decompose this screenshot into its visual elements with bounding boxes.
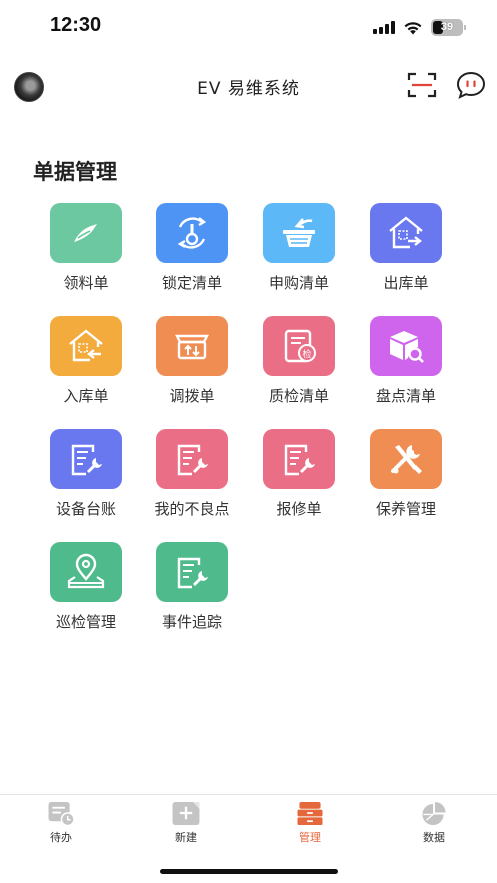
tab-label: 管理 — [299, 831, 321, 844]
tile-outbound[interactable]: 出库单 — [353, 203, 459, 303]
todo-icon — [48, 801, 75, 826]
new-icon — [172, 801, 200, 826]
tab-data[interactable]: 数据 — [394, 801, 474, 845]
tile-equipment-ledger[interactable]: 设备台账 — [33, 429, 139, 529]
tile-label: 报修单 — [276, 500, 322, 518]
tile-label: 巡检管理 — [55, 613, 116, 631]
data-icon — [422, 801, 446, 826]
tile-lock-list[interactable]: 锁定清单 — [139, 203, 245, 303]
battery-icon: 39 — [431, 18, 466, 36]
quality-check-icon: 检 — [263, 316, 335, 376]
tile-label: 质检清单 — [268, 387, 329, 405]
tab-todo[interactable]: 待办 — [21, 801, 101, 845]
outbound-icon — [370, 203, 442, 263]
manage-icon — [297, 801, 323, 826]
nav-bar: EV 易维系统 — [0, 60, 497, 110]
home-indicator — [160, 869, 338, 874]
tile-label: 设备台账 — [55, 500, 116, 518]
tile-event-tracking[interactable]: 事件追踪 — [139, 542, 245, 642]
tile-label: 盘点清单 — [375, 387, 436, 405]
tile-label: 申购清单 — [268, 274, 329, 292]
tile-repair-request[interactable]: 报修单 — [246, 429, 352, 529]
message-icon[interactable] — [456, 71, 486, 99]
section-title: 单据管理 — [33, 160, 117, 184]
tile-label: 事件追踪 — [161, 613, 222, 631]
tile-label: 入库单 — [63, 387, 109, 405]
event-tracking-icon — [156, 542, 228, 602]
tile-maintenance[interactable]: 保养管理 — [353, 429, 459, 529]
purchase-request-icon — [263, 203, 335, 263]
tab-label: 待办 — [50, 831, 72, 844]
tile-purchase-request[interactable]: 申购清单 — [246, 203, 352, 303]
tab-new[interactable]: 新建 — [146, 801, 226, 845]
requisition-icon — [50, 203, 122, 263]
tab-label: 新建 — [175, 831, 197, 844]
equipment-ledger-icon — [50, 429, 122, 489]
tile-patrol[interactable]: 巡检管理 — [33, 542, 139, 642]
tile-label: 调拨单 — [169, 387, 215, 405]
tile-quality-check[interactable]: 检 质检清单 — [246, 316, 352, 416]
tile-inbound[interactable]: 入库单 — [33, 316, 139, 416]
tile-transfer[interactable]: 调拨单 — [139, 316, 245, 416]
lock-list-icon — [156, 203, 228, 263]
svg-text:检: 检 — [302, 348, 311, 360]
tab-manage[interactable]: 管理 — [270, 801, 350, 845]
tile-inventory-count[interactable]: 盘点清单 — [353, 316, 459, 416]
maintenance-icon — [370, 429, 442, 489]
battery-level: 39 — [440, 21, 454, 33]
tile-requisition[interactable]: 领料单 — [33, 203, 139, 303]
scan-icon[interactable] — [407, 72, 437, 98]
tile-label: 我的不良点 — [154, 500, 230, 518]
wifi-icon — [404, 21, 422, 34]
inbound-icon — [50, 316, 122, 376]
tile-label: 保养管理 — [375, 500, 436, 518]
cellular-signal-icon — [373, 20, 395, 34]
status-icons: 39 — [373, 18, 466, 36]
status-time: 12:30 — [50, 14, 102, 36]
repair-request-icon — [263, 429, 335, 489]
tile-label: 出库单 — [383, 274, 429, 292]
tile-defects[interactable]: 我的不良点 — [139, 429, 245, 529]
patrol-icon — [50, 542, 122, 602]
inventory-count-icon — [370, 316, 442, 376]
status-bar: 12:30 39 — [0, 0, 497, 54]
tile-label: 领料单 — [63, 274, 109, 292]
transfer-icon — [156, 316, 228, 376]
tab-label: 数据 — [423, 831, 445, 844]
defects-icon — [156, 429, 228, 489]
tile-label: 锁定清单 — [161, 274, 222, 292]
